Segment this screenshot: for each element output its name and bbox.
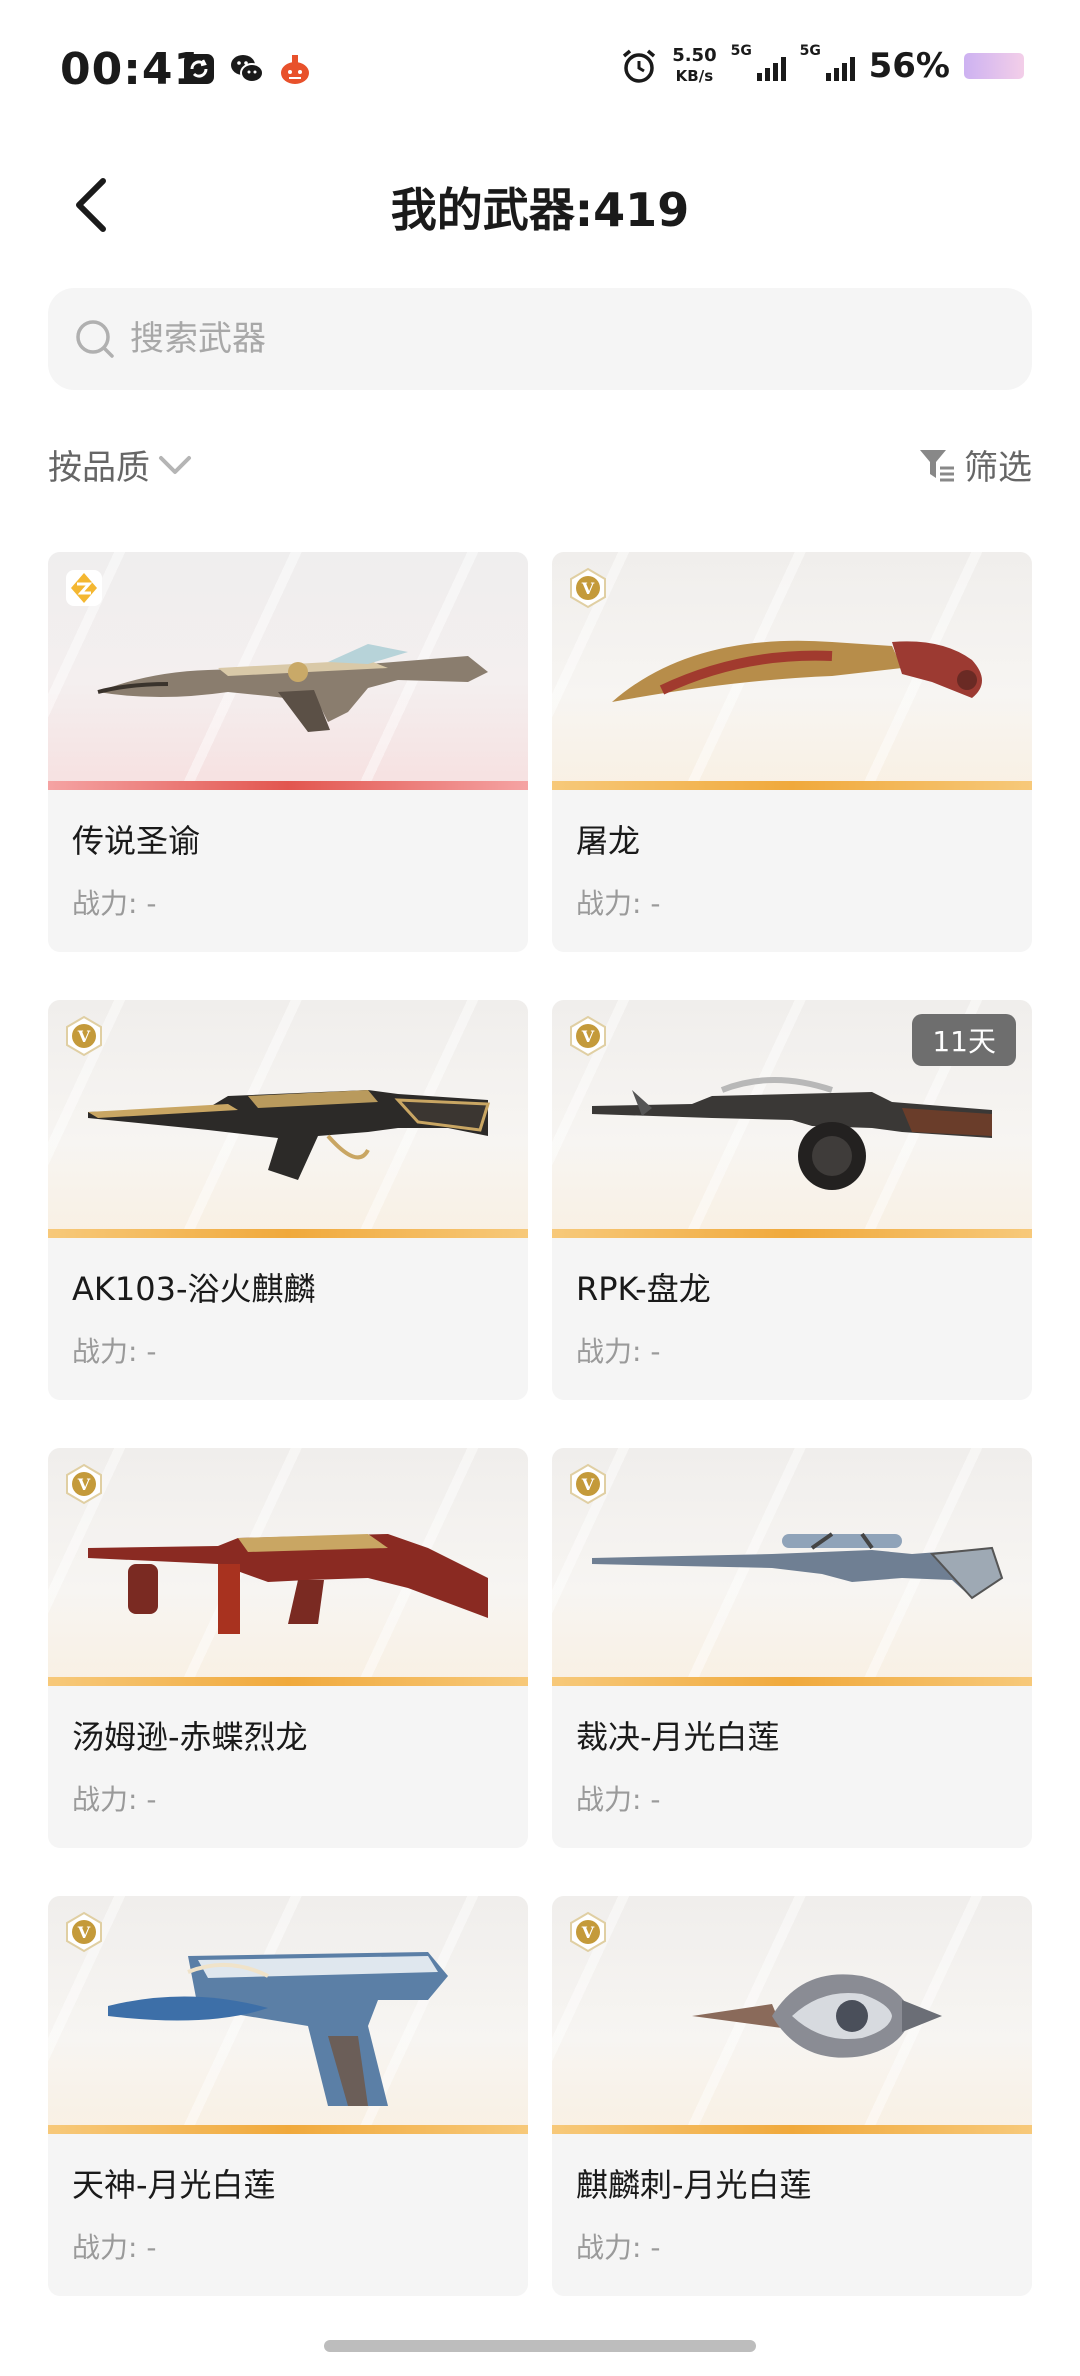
status-bar: 00:41 5.50 KB/s 5G 5G 56% [0, 0, 1080, 140]
weapon-rpk-art [592, 1077, 992, 1190]
weapon-power: 战力: - [72, 887, 157, 920]
network-speed-unit: KB/s [675, 67, 714, 85]
weapon-image: V [48, 1000, 528, 1238]
search-input[interactable] [130, 319, 930, 359]
weapon-name: 天神-月光白莲 [72, 2166, 276, 2204]
weapon-grid: 传说圣谕 战力: - V 屠龙 战力: - V AK103-浴火麒麟 战力: -… [48, 552, 1032, 2296]
weapon-image: V [552, 1448, 1032, 1686]
weapon-card[interactable]: V 天神-月光白莲 战力: - [48, 1896, 528, 2296]
weapon-image: V [552, 1896, 1032, 2134]
weapon-power: 战力: - [72, 1783, 157, 1816]
signal-2-tag: 5G [799, 43, 821, 59]
rarity-stripe [48, 1677, 528, 1686]
rarity-stripe [48, 1229, 528, 1238]
weapon-power: 战力: - [576, 1783, 661, 1816]
rarity-stripe [552, 2125, 1032, 2134]
weapon-name: 屠龙 [576, 822, 641, 860]
weapon-card[interactable]: V 裁决-月光白莲 战力: - [552, 1448, 1032, 1848]
weapon-name: RPK-盘龙 [576, 1270, 711, 1308]
status-right: 5.50 KB/s 5G 5G 56% [620, 43, 1024, 86]
weapon-power: 战力: - [72, 1335, 157, 1368]
rarity-stripe [48, 2125, 528, 2134]
weapon-sniper-art [592, 1532, 1004, 1600]
weapon-name: 汤姆逊-赤蝶烈龙 [72, 1718, 308, 1756]
chevron-down-icon [159, 455, 191, 474]
weapon-name: 传说圣谕 [72, 822, 201, 860]
page-title: 我的武器:419 [390, 183, 690, 237]
rarity-stripe [552, 1229, 1032, 1238]
weapon-power: 战力: - [72, 2231, 157, 2264]
rarity-stripe [48, 781, 528, 790]
rarity-stripe [552, 781, 1032, 790]
search-icon [76, 320, 114, 358]
filter-label: 筛选 [964, 448, 1032, 488]
weapon-card[interactable]: V 麒麟刺-月光白莲 战力: - [552, 1896, 1032, 2296]
weapon-power: 战力: - [576, 1335, 661, 1368]
weapon-image: V [552, 552, 1032, 790]
weapon-rifle-legend-art [97, 644, 488, 732]
home-indicator[interactable] [324, 2340, 756, 2352]
filter-button[interactable]: 筛选 [918, 440, 1032, 489]
battery-percent: 56% [868, 46, 950, 86]
weapon-power: 战力: - [576, 887, 661, 920]
weapon-card[interactable]: V 屠龙 战力: - [552, 552, 1032, 952]
sort-by-quality-dropdown[interactable]: 按品质 [48, 440, 192, 489]
weapon-name: 裁决-月光白莲 [576, 1718, 780, 1756]
weapon-image [48, 552, 528, 790]
signal-icon-2: 5G [800, 43, 855, 81]
weapon-card[interactable]: V 11天 RPK-盘龙 战力: - [552, 1000, 1032, 1400]
weapon-pistol-art [108, 1952, 448, 2106]
filter-icon [920, 449, 954, 481]
sync-app-icon [180, 50, 218, 88]
header: 我的武器:419 [0, 160, 1080, 250]
weapon-machete-art [612, 640, 982, 702]
game-app-icon [276, 50, 314, 88]
weapon-image: V 11天 [552, 1000, 1032, 1238]
signal-icon-1: 5G [731, 43, 786, 81]
network-speed: 5.50 KB/s [672, 46, 716, 86]
weapon-image: V [48, 1448, 528, 1686]
weapon-card[interactable]: V AK103-浴火麒麟 战力: - [48, 1000, 528, 1400]
weapon-blade-art [692, 1974, 942, 2058]
weapon-power: 战力: - [576, 2231, 661, 2264]
weapon-card[interactable]: 传说圣谕 战力: - [48, 552, 528, 952]
sort-label: 按品质 [48, 448, 150, 488]
network-speed-value: 5.50 [672, 45, 717, 66]
weapon-thompson-art [88, 1534, 488, 1634]
battery-icon [964, 53, 1024, 79]
alarm-icon [623, 49, 656, 83]
weapon-ak103-art [88, 1090, 491, 1180]
weapon-name: AK103-浴火麒麟 [72, 1270, 316, 1308]
search-bar[interactable] [48, 288, 1032, 390]
wechat-icon [228, 50, 266, 88]
rarity-stripe [552, 1677, 1032, 1686]
weapon-card[interactable]: V 汤姆逊-赤蝶烈龙 战力: - [48, 1448, 528, 1848]
weapon-image: V [48, 1896, 528, 2134]
signal-1-tag: 5G [730, 43, 752, 59]
weapon-name: 麒麟刺-月光白莲 [576, 2166, 812, 2204]
status-app-icons [180, 50, 314, 88]
